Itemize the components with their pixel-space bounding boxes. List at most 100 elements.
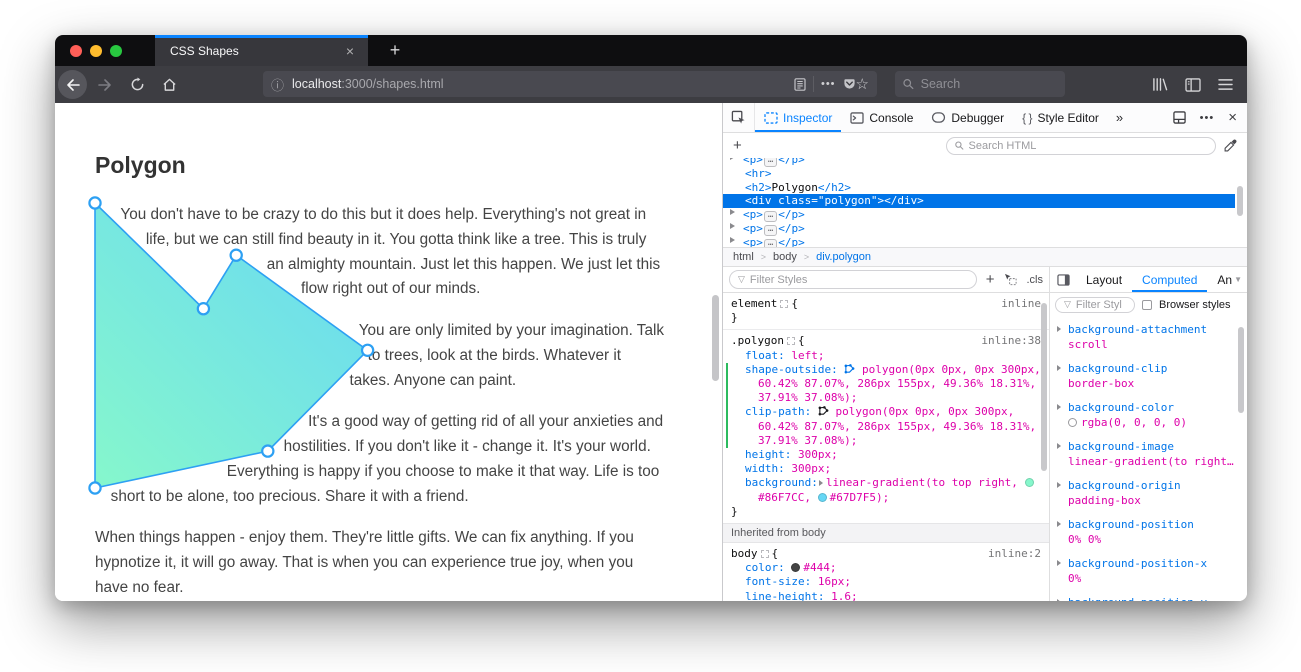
ellipsis-badge[interactable]: …: [763, 238, 778, 247]
expand-twisty-icon[interactable]: [730, 236, 735, 243]
shape-vertex-handle[interactable]: [261, 444, 275, 458]
computed-scrollbar[interactable]: [1238, 327, 1244, 413]
markup-row-collapsed-p[interactable]: <p>… </p>: [723, 208, 1247, 222]
url-bar[interactable]: ⓘ localhost:3000/shapes.html ••• ☆: [263, 71, 877, 97]
pocket-icon[interactable]: [843, 78, 856, 91]
tab-layout[interactable]: Layout: [1076, 267, 1132, 292]
body-rule-selector[interactable]: inline:2 body {: [723, 547, 1049, 561]
selector-highlighter-icon[interactable]: [760, 550, 769, 559]
rule-location-link[interactable]: inline:2: [988, 547, 1041, 561]
expand-twisty-icon[interactable]: [730, 208, 735, 215]
markup-row-collapsed-p[interactable]: <p>… </p>: [723, 236, 1247, 247]
shape-vertex-handle[interactable]: [360, 343, 375, 357]
tab-overflow-caret-icon[interactable]: ▼: [1234, 267, 1246, 292]
macos-minimize-button[interactable]: [90, 45, 102, 57]
page-actions-icon[interactable]: •••: [821, 78, 836, 90]
breadcrumb-div-polygon[interactable]: div.polygon: [816, 251, 871, 263]
expand-twisty-icon[interactable]: [730, 158, 735, 160]
computed-property[interactable]: background-attachment scroll: [1056, 322, 1241, 352]
home-button[interactable]: [155, 71, 183, 99]
library-icon[interactable]: [1152, 77, 1168, 92]
add-node-button[interactable]: +: [733, 137, 742, 154]
css-prop-width[interactable]: width: 300px;: [723, 462, 1049, 476]
back-button[interactable]: [58, 70, 87, 99]
site-info-icon[interactable]: ⓘ: [271, 75, 284, 94]
ellipsis-badge[interactable]: …: [763, 158, 778, 167]
tab-style-editor[interactable]: { } Style Editor: [1013, 103, 1108, 132]
ellipsis-badge[interactable]: …: [763, 224, 778, 236]
search-input[interactable]: [920, 77, 1057, 91]
breadcrumb-body[interactable]: body: [773, 251, 797, 263]
new-tab-button[interactable]: +: [378, 35, 412, 66]
css-prop-clip-path[interactable]: clip-path: polygon(0px 0px, 0px 300px, 6…: [728, 405, 1049, 448]
devtools-menu-icon[interactable]: •••: [1200, 112, 1215, 124]
markup-scrollbar[interactable]: [1237, 186, 1243, 216]
devtools-close-icon[interactable]: ×: [1228, 109, 1237, 126]
expand-twisty-icon[interactable]: [1057, 599, 1061, 601]
color-swatch[interactable]: [817, 492, 827, 502]
computed-property[interactable]: background-position 0% 0%: [1056, 517, 1241, 547]
selector-highlighter-icon[interactable]: [786, 337, 795, 346]
search-html-field[interactable]: [946, 136, 1216, 155]
dock-side-icon[interactable]: [1172, 111, 1186, 124]
computed-property[interactable]: background-origin padding-box: [1056, 478, 1241, 508]
breadcrumb-html[interactable]: html: [733, 251, 754, 263]
browser-tab[interactable]: CSS Shapes ×: [155, 35, 368, 66]
css-prop-font-size[interactable]: font-size: 16px;: [723, 575, 1049, 589]
color-swatch[interactable]: [1024, 478, 1034, 488]
add-rule-button[interactable]: +: [986, 271, 995, 288]
shape-editor-icon[interactable]: [844, 363, 855, 374]
markup-row-collapsed-p[interactable]: <p>… </p>: [723, 222, 1247, 236]
shape-editor-icon[interactable]: [818, 406, 829, 416]
ellipsis-badge[interactable]: …: [763, 210, 778, 222]
rules-scrollbar[interactable]: [1041, 303, 1047, 471]
css-polygon-shape[interactable]: [88, 196, 381, 495]
filter-styles-field[interactable]: ▽: [729, 270, 977, 289]
eyedropper-icon[interactable]: [1224, 139, 1237, 152]
computed-property[interactable]: background-image linear-gradient(to righ…: [1056, 439, 1241, 469]
filter-styles-input[interactable]: [749, 273, 968, 286]
filter-styles-field[interactable]: ▽: [1055, 296, 1135, 313]
css-prop-height[interactable]: height: 300px;: [723, 448, 1049, 462]
tab-debugger[interactable]: Debugger: [922, 103, 1013, 132]
markup-row-collapsed-p[interactable]: <p>… </p>: [723, 158, 1247, 167]
shape-vertex-handle[interactable]: [196, 301, 211, 316]
shape-vertex-handle[interactable]: [88, 481, 102, 495]
shape-vertex-handle[interactable]: [88, 196, 102, 210]
expand-twisty-icon[interactable]: [1057, 482, 1061, 488]
bookmark-star-icon[interactable]: ☆: [856, 75, 869, 93]
css-prop-line-height[interactable]: line-height: 1.6;: [723, 590, 1049, 601]
expand-twisty-icon[interactable]: [1057, 326, 1061, 332]
tab-inspector[interactable]: Inspector: [755, 103, 841, 132]
sidebar-toggle-icon[interactable]: [1185, 77, 1201, 92]
expand-twisty-icon[interactable]: [730, 222, 735, 229]
computed-property[interactable]: background-position-y 0%: [1056, 595, 1241, 601]
forward-button[interactable]: [91, 71, 119, 99]
computed-property[interactable]: background-color rgba(0, 0, 0, 0): [1056, 400, 1241, 430]
css-prop-color[interactable]: color: #444;: [723, 561, 1049, 575]
css-prop-shape-outside[interactable]: shape-outside: polygon(0px 0px, 0px 300p…: [728, 363, 1049, 406]
expand-twisty-icon[interactable]: [1057, 560, 1061, 566]
tab-computed[interactable]: Computed: [1132, 267, 1207, 292]
expand-twisty-icon[interactable]: [1057, 521, 1061, 527]
node-picker-button[interactable]: [723, 103, 755, 132]
expand-twisty-icon[interactable]: [1057, 443, 1061, 449]
markup-row-hr[interactable]: <hr>: [723, 167, 1247, 181]
computed-property[interactable]: background-clip border-box: [1056, 361, 1241, 391]
rule-location-link[interactable]: inline: [1001, 297, 1041, 311]
macos-zoom-button[interactable]: [110, 45, 122, 57]
expand-value-twisty-icon[interactable]: [818, 480, 823, 487]
markup-row-h2[interactable]: <h2>Polygon</h2>: [723, 181, 1247, 195]
tab-close-icon[interactable]: ×: [342, 42, 358, 60]
element-rule-selector[interactable]: inline element {: [723, 297, 1049, 311]
more-tabs-button[interactable]: »: [1108, 103, 1131, 132]
tab-animations-truncated[interactable]: An: [1207, 267, 1234, 292]
shape-vertex-handle[interactable]: [229, 248, 243, 262]
color-swatch[interactable]: [791, 563, 801, 573]
selector-highlighter-icon[interactable]: [780, 300, 789, 308]
css-prop-background[interactable]: background: linear-gradient(to top right,…: [723, 476, 1049, 504]
collapse-sidebar-button[interactable]: [1050, 267, 1076, 292]
reload-button[interactable]: [123, 71, 151, 99]
computed-filter-input[interactable]: [1075, 298, 1126, 311]
expand-twisty-icon[interactable]: [1057, 404, 1061, 410]
